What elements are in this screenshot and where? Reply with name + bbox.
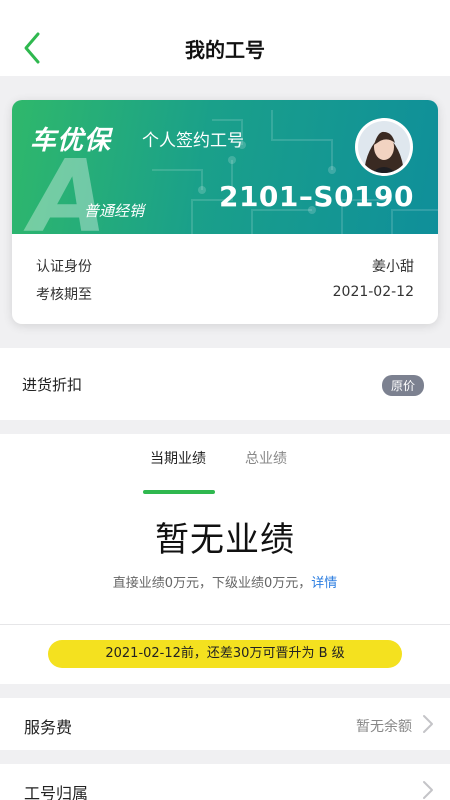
- service-fee-value: 暂无余额: [356, 719, 412, 735]
- chevron-right-icon: [423, 781, 433, 799]
- divider: [0, 624, 450, 625]
- identity-label: 认证身份: [36, 259, 92, 275]
- performance-detail: 直接业绩0万元，下级业绩0万元，详情: [0, 572, 450, 591]
- job-owner-label: 工号归属: [24, 784, 89, 800]
- tab-total-performance[interactable]: 总业绩: [245, 448, 287, 468]
- performance-detail-text: 直接业绩0万元，下级业绩0万元，: [112, 576, 312, 591]
- performance-panel: 当期业绩 总业绩 暂无业绩 直接业绩0万元，下级业绩0万元，详情 2021-02…: [0, 434, 450, 684]
- promotion-banner: 2021-02-12前，还差30万可晋升为 B 级: [48, 640, 402, 668]
- job-number: 2101–S0190: [218, 180, 414, 213]
- job-card: A 车优保 个人签约工号 普通经销 2101–S0190 认证身份 姜小甜 考核…: [12, 100, 438, 324]
- brand-logo: 车优保: [30, 126, 112, 156]
- assess-label: 考核期至: [36, 287, 92, 303]
- performance-tabs: 当期业绩 总业绩: [0, 448, 450, 494]
- chevron-right-icon: [423, 715, 433, 733]
- level-label: 普通经销: [84, 202, 145, 220]
- active-tab-indicator: [143, 490, 215, 494]
- nav-bar: 我的工号: [0, 0, 450, 76]
- level-letter: A: [30, 138, 108, 235]
- identity-value: 姜小甜: [372, 259, 414, 275]
- service-fee-label: 服务费: [24, 718, 73, 737]
- job-owner-row[interactable]: 工号归属: [0, 764, 450, 800]
- job-card-header: A 车优保 个人签约工号 普通经销 2101–S0190: [12, 100, 438, 234]
- card-subtitle: 个人签约工号: [142, 131, 244, 151]
- empty-performance-text: 暂无业绩: [155, 520, 295, 560]
- avatar: [355, 118, 413, 176]
- card-area: A 车优保 个人签约工号 普通经销 2101–S0190 认证身份 姜小甜 考核…: [0, 76, 450, 346]
- assess-value: 2021-02-12: [332, 284, 414, 300]
- tab-current-performance[interactable]: 当期业绩: [150, 448, 206, 468]
- detail-link[interactable]: 详情: [311, 576, 337, 591]
- discount-badge: 原价: [381, 375, 424, 396]
- avatar-photo: [358, 121, 410, 173]
- page-title: 我的工号: [185, 38, 265, 62]
- discount-row: 进货折扣 原价: [0, 348, 450, 420]
- discount-label: 进货折扣: [22, 376, 83, 394]
- service-fee-row[interactable]: 服务费 暂无余额: [0, 698, 450, 750]
